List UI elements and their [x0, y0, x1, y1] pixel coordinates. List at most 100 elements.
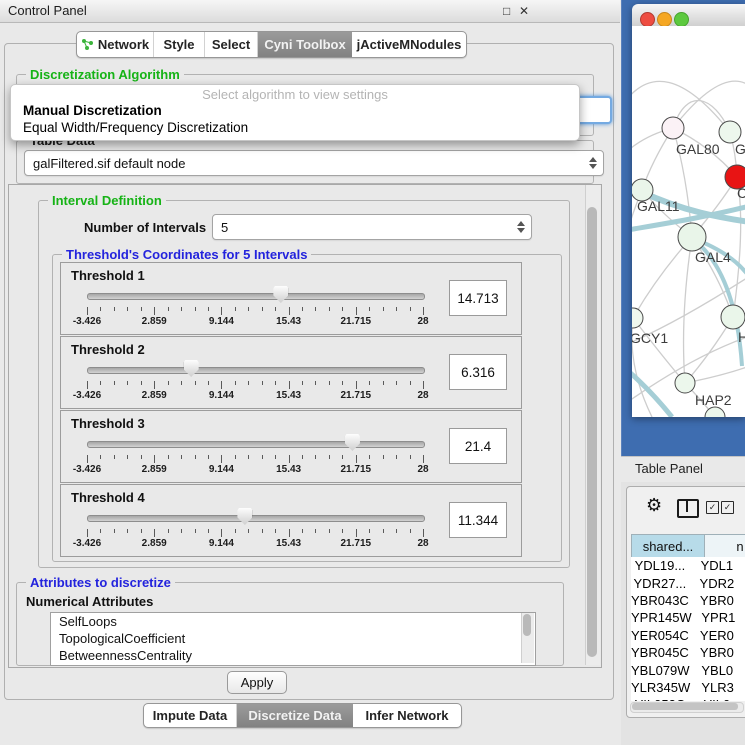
tick-label: 15.43	[276, 464, 301, 475]
table-data-combo[interactable]: galFiltered.sif default node	[24, 150, 604, 176]
tab-infer-network[interactable]: Infer Network	[353, 704, 461, 727]
tick-mark	[195, 529, 196, 533]
threshold-4-value-field[interactable]: 11.344	[449, 502, 507, 538]
apply-button[interactable]: Apply	[227, 671, 287, 694]
threshold-1-value-field[interactable]: 14.713	[449, 280, 507, 316]
tick-mark	[383, 529, 384, 533]
node-h[interactable]	[721, 305, 745, 329]
bottom-tab-bar: Impute Data Discretize Data Infer Networ…	[143, 703, 462, 728]
tab-impute-data[interactable]: Impute Data	[144, 704, 237, 727]
tick-mark	[410, 455, 411, 459]
table-panel-title: Table Panel	[635, 461, 703, 476]
threshold-3-slider-track[interactable]	[87, 441, 425, 448]
numerical-attributes-list[interactable]: SelfLoops TopologicalCoefficient Between…	[50, 612, 536, 666]
threshold-3-slider-thumb[interactable]	[345, 434, 360, 451]
cell: YIL053C	[631, 697, 689, 701]
tick-mark	[181, 381, 182, 385]
tick-label: -3.426	[73, 464, 101, 475]
label-hap2: HAP2	[695, 392, 732, 408]
cell: YBR043C	[631, 593, 689, 608]
tick-mark	[396, 381, 397, 385]
threshold-3-value-field[interactable]: 21.4	[449, 428, 507, 464]
tick-mark	[127, 455, 128, 459]
tick-mark	[302, 381, 303, 385]
dropdown-option-manual[interactable]: Manual Discretization	[23, 103, 162, 118]
threshold-2-slider-track[interactable]	[87, 367, 425, 374]
network-canvas[interactable]: GAL80 GA C GAL11 GAL4 GCY1 H HAP2	[632, 26, 745, 417]
checkbox-icon[interactable]: ✓	[706, 501, 719, 514]
tick-label: -3.426	[73, 316, 101, 327]
table-row[interactable]: YPR145WYPR1	[631, 609, 745, 626]
tab-cyni-toolbox[interactable]: Cyni Toolbox	[258, 32, 352, 57]
tick-label: 28	[417, 390, 428, 401]
algorithm-group-title: Discretization Algorithm	[26, 67, 184, 82]
table-row[interactable]: YBR043CYBR0	[631, 592, 745, 609]
column-header-shared-name[interactable]: shared...	[631, 534, 705, 558]
node-gal80[interactable]	[662, 117, 684, 139]
tick-mark	[141, 455, 142, 459]
columns-icon[interactable]	[677, 499, 699, 518]
tick-mark	[127, 529, 128, 533]
close-icon[interactable]: ✕	[519, 4, 529, 18]
table-row[interactable]: YER054CYER0	[631, 627, 745, 644]
table-row[interactable]: YBR045CYBR0	[631, 644, 745, 661]
cell: YPR145W	[631, 610, 692, 625]
list-item[interactable]: TopologicalCoefficient	[51, 630, 535, 647]
threshold-4-slider-track[interactable]	[87, 515, 425, 522]
tick-label: -3.426	[73, 538, 101, 549]
threshold-2-value-field[interactable]: 6.316	[449, 354, 507, 390]
threshold-2-slider-thumb[interactable]	[184, 360, 199, 377]
threshold-1-slider-track[interactable]	[87, 293, 425, 300]
tick-label: 28	[417, 464, 428, 475]
list-item[interactable]: SelfLoops	[51, 613, 535, 630]
threshold-4-slider-thumb[interactable]	[237, 508, 252, 525]
tick-mark	[168, 529, 169, 533]
column-header-name[interactable]: n	[704, 534, 745, 558]
label-gcy1: GCY1	[632, 330, 668, 346]
table-row[interactable]: YDL19...YDL1	[631, 557, 745, 574]
float-window-icon[interactable]: □	[503, 4, 510, 18]
node-gcy1[interactable]	[632, 308, 643, 328]
minimize-traffic-light-icon[interactable]	[657, 12, 672, 27]
tick-mark	[262, 307, 263, 311]
close-traffic-light-icon[interactable]	[640, 12, 655, 27]
tab-style[interactable]: Style	[154, 32, 205, 57]
node-ga[interactable]	[719, 121, 741, 143]
cell: YDL19...	[631, 558, 689, 573]
table-hscrollbar-thumb[interactable]	[632, 703, 738, 710]
checkbox-icon[interactable]: ✓	[721, 501, 734, 514]
tick-mark	[195, 307, 196, 311]
dropdown-option-equal-width[interactable]: Equal Width/Frequency Discretization	[23, 120, 248, 135]
table-row[interactable]: YBL079WYBL0	[631, 661, 745, 678]
tab-impute-data-label: Impute Data	[153, 708, 227, 723]
list-item[interactable]: BetweennessCentrality	[51, 647, 535, 664]
zoom-traffic-light-icon[interactable]	[674, 12, 689, 27]
list-scrollbar-thumb[interactable]	[523, 614, 531, 636]
table-row[interactable]: YDR27...YDR2	[631, 574, 745, 591]
tick-mark	[342, 307, 343, 311]
node-gal4[interactable]	[678, 223, 706, 251]
tick-mark	[208, 455, 209, 459]
node-table[interactable]: YDL19...YDL1 YDR27...YDR2 YBR043CYBR0 YP…	[631, 557, 745, 701]
threshold-1-slider-thumb[interactable]	[273, 286, 288, 303]
table-row[interactable]: YIL053CYIL0	[631, 696, 745, 701]
table-row[interactable]: YLR345WYLR3	[631, 679, 745, 696]
control-panel-title: Control Panel	[8, 3, 87, 18]
tab-discretize-data[interactable]: Discretize Data	[237, 704, 353, 727]
settings-scrollbar-thumb[interactable]	[587, 207, 597, 657]
node-hap2[interactable]	[675, 373, 695, 393]
algorithm-dropdown-popup: Select algorithm to view settings Manual…	[10, 84, 580, 141]
tab-discretize-data-label: Discretize Data	[248, 708, 341, 723]
num-intervals-combo[interactable]: 5	[212, 214, 532, 240]
tick-label: 2.859	[142, 464, 167, 475]
gear-icon[interactable]: ⚙	[646, 495, 662, 516]
tick-mark	[168, 381, 169, 385]
tick-label: 28	[417, 538, 428, 549]
tab-network[interactable]: Network	[77, 32, 154, 57]
tick-mark	[329, 529, 330, 533]
tab-jactivemnodules[interactable]: jActiveMNodules	[352, 32, 466, 57]
tick-label: 21.715	[341, 316, 372, 327]
tick-mark	[369, 307, 370, 311]
tick-mark	[369, 455, 370, 459]
tab-select[interactable]: Select	[205, 32, 258, 57]
